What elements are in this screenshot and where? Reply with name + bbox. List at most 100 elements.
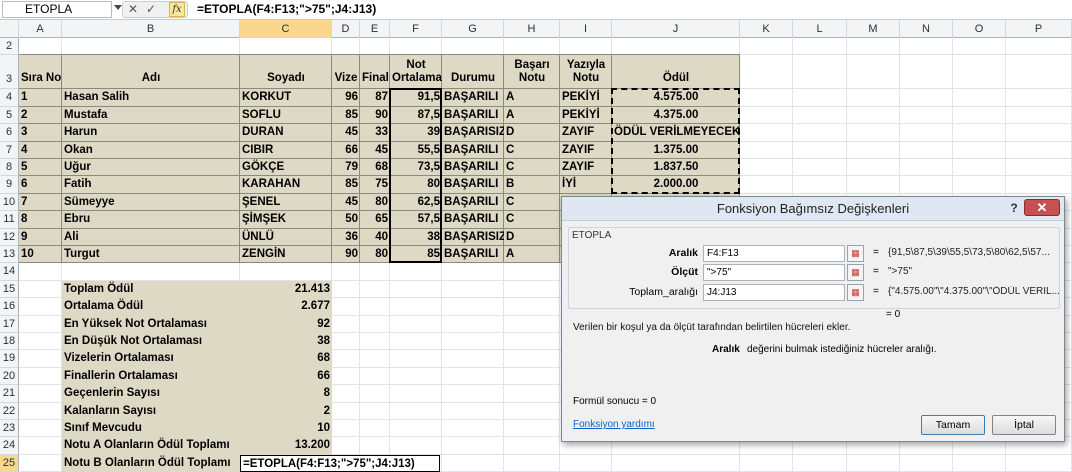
- summary-value[interactable]: 2: [240, 403, 332, 420]
- summary-value[interactable]: 38: [240, 333, 332, 350]
- cell-no[interactable]: 10: [19, 246, 62, 263]
- name-box-dropdown-icon[interactable]: [114, 5, 122, 10]
- cell-vize[interactable]: 45: [332, 124, 360, 141]
- cell-final[interactable]: 68: [360, 159, 390, 176]
- summary-value[interactable]: 2.677: [240, 298, 332, 315]
- select-all-corner[interactable]: [0, 20, 19, 38]
- cell-soyadi[interactable]: ZENGİN: [240, 246, 332, 263]
- row-header[interactable]: 25: [0, 454, 19, 472]
- row-header[interactable]: 9: [0, 176, 19, 194]
- cell-no[interactable]: 6: [19, 176, 62, 193]
- cell-durum[interactable]: BAŞARILI: [442, 142, 504, 159]
- cell-adi[interactable]: Fatih: [62, 176, 240, 193]
- cell-no[interactable]: 3: [19, 124, 62, 141]
- cell-vize[interactable]: 66: [332, 142, 360, 159]
- summary-value[interactable]: 21.413: [240, 281, 332, 298]
- row-header[interactable]: 24: [0, 437, 19, 455]
- cell-no[interactable]: 1: [19, 89, 62, 106]
- close-button[interactable]: ✕: [1024, 199, 1060, 216]
- column-header[interactable]: I: [560, 20, 612, 38]
- cell-adi[interactable]: Okan: [62, 142, 240, 159]
- cell-soyadi[interactable]: KORKUT: [240, 89, 332, 106]
- summary-value[interactable]: 68: [240, 350, 332, 367]
- cell-vize[interactable]: 45: [332, 194, 360, 211]
- row-header[interactable]: 4: [0, 89, 19, 107]
- row-header[interactable]: 14: [0, 263, 19, 281]
- cell-final[interactable]: 87: [360, 89, 390, 106]
- column-header[interactable]: G: [442, 20, 504, 38]
- column-header[interactable]: D: [332, 20, 360, 38]
- cell-final[interactable]: 80: [360, 246, 390, 263]
- cell-harf[interactable]: B: [504, 176, 560, 193]
- cell-vize[interactable]: 36: [332, 229, 360, 246]
- cell-yazi[interactable]: ZAYIF: [560, 124, 612, 141]
- summary-value[interactable]: 10: [240, 420, 332, 437]
- cell-final[interactable]: 80: [360, 194, 390, 211]
- row-header[interactable]: 3: [0, 55, 19, 90]
- column-header[interactable]: E: [360, 20, 390, 38]
- cell-harf[interactable]: C: [504, 194, 560, 211]
- cell-no[interactable]: 2: [19, 107, 62, 124]
- cell-durum[interactable]: BAŞARISIZ: [442, 124, 504, 141]
- cell-adi[interactable]: Hasan Salih: [62, 89, 240, 106]
- help-icon[interactable]: ?: [1006, 200, 1022, 216]
- cancel-button[interactable]: İptal: [992, 415, 1056, 435]
- cell-adi[interactable]: Harun: [62, 124, 240, 141]
- cell-durum[interactable]: BAŞARILI: [442, 89, 504, 106]
- cell-adi[interactable]: Ali: [62, 229, 240, 246]
- row-header[interactable]: 15: [0, 280, 19, 299]
- row-header[interactable]: 13: [0, 246, 19, 264]
- cell-no[interactable]: 8: [19, 211, 62, 228]
- cell-no[interactable]: 7: [19, 194, 62, 211]
- cell-harf[interactable]: A: [504, 246, 560, 263]
- cell-soyadi[interactable]: KARAHAN: [240, 176, 332, 193]
- cell-harf[interactable]: A: [504, 107, 560, 124]
- cell-vize[interactable]: 85: [332, 176, 360, 193]
- cell-durum[interactable]: BAŞARILI: [442, 159, 504, 176]
- row-header[interactable]: 17: [0, 315, 19, 333]
- column-header[interactable]: J: [612, 20, 740, 38]
- function-help-link[interactable]: Fonksiyon yardımı: [573, 419, 655, 430]
- row-header[interactable]: 6: [0, 124, 19, 142]
- column-header[interactable]: P: [1006, 20, 1072, 38]
- row-header[interactable]: 20: [0, 367, 19, 386]
- cell-harf[interactable]: C: [504, 159, 560, 176]
- summary-value[interactable]: 92: [240, 316, 332, 333]
- cell-no[interactable]: 5: [19, 159, 62, 176]
- summary-value[interactable]: 66: [240, 368, 332, 385]
- column-header[interactable]: B: [62, 20, 240, 38]
- cell-yazi[interactable]: ZAYIF: [560, 142, 612, 159]
- row-header[interactable]: 22: [0, 402, 19, 420]
- column-header[interactable]: C: [240, 20, 332, 38]
- row-header[interactable]: 12: [0, 228, 19, 246]
- row-header[interactable]: 21: [0, 385, 19, 403]
- cell-yazi[interactable]: İYİ: [560, 176, 612, 193]
- column-header[interactable]: M: [847, 20, 900, 38]
- cell-harf[interactable]: D: [504, 124, 560, 141]
- row-header[interactable]: 11: [0, 211, 19, 229]
- cell-adi[interactable]: Mustafa: [62, 107, 240, 124]
- column-header[interactable]: H: [504, 20, 560, 38]
- column-header[interactable]: F: [390, 20, 442, 38]
- row-header[interactable]: 10: [0, 193, 19, 212]
- enter-icon[interactable]: ✓: [143, 2, 159, 17]
- row-header[interactable]: 7: [0, 141, 19, 159]
- cell-final[interactable]: 40: [360, 229, 390, 246]
- cell-durum[interactable]: BAŞARILI: [442, 246, 504, 263]
- summary-value[interactable]: 13.200: [240, 437, 332, 454]
- cancel-icon[interactable]: ✕: [125, 2, 141, 17]
- cell-soyadi[interactable]: ÜNLÜ: [240, 229, 332, 246]
- cell-harf[interactable]: C: [504, 142, 560, 159]
- collapse-dialog-icon[interactable]: ▦: [847, 284, 864, 301]
- cell-soyadi[interactable]: ŞENEL: [240, 194, 332, 211]
- cell-harf[interactable]: C: [504, 211, 560, 228]
- cell-vize[interactable]: 96: [332, 89, 360, 106]
- column-header[interactable]: A: [19, 20, 62, 38]
- cell-durum[interactable]: BAŞARISIZ: [442, 229, 504, 246]
- cell-harf[interactable]: A: [504, 89, 560, 106]
- column-header[interactable]: K: [740, 20, 793, 38]
- cell-soyadi[interactable]: DURAN: [240, 124, 332, 141]
- cell-final[interactable]: 90: [360, 107, 390, 124]
- insert-function-icon[interactable]: fx: [169, 2, 185, 17]
- cell-final[interactable]: 33: [360, 124, 390, 141]
